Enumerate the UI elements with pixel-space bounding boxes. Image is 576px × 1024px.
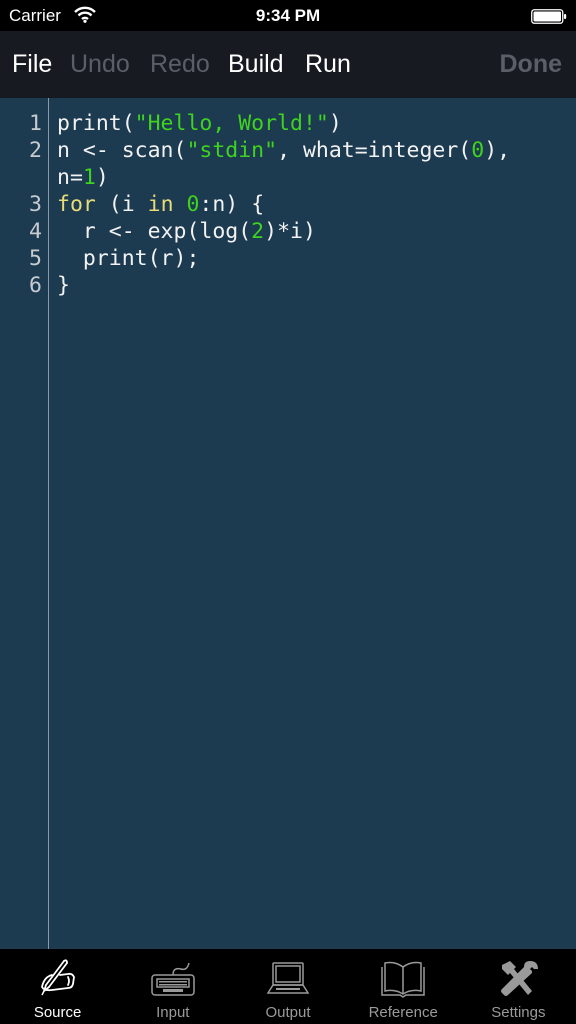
code-line[interactable]: 3 for (i in 0:n) {	[0, 191, 576, 218]
code-line[interactable]: 1 print("Hello, World!")	[0, 110, 576, 137]
line-source[interactable]: r <- exp(log(2)*i)	[57, 218, 316, 245]
number-token: 2	[251, 219, 265, 244]
code-token: )	[95, 165, 109, 190]
code-token: :n) {	[199, 192, 265, 217]
code-editor[interactable]: 1 print("Hello, World!") 2 n <- scan("stdin…	[0, 98, 576, 949]
undo-button[interactable]: Undo	[70, 49, 130, 79]
line-number: 5	[29, 246, 42, 271]
line-source[interactable]: for (i in 0:n) {	[57, 191, 264, 218]
redo-button[interactable]: Redo	[150, 49, 210, 79]
tab-input[interactable]: Input	[115, 949, 230, 1024]
line-source[interactable]: n=1)	[57, 164, 109, 191]
line-number: 1	[29, 111, 42, 136]
tab-bar: Source Input Output Reference Settings	[0, 949, 576, 1024]
tab-source[interactable]: Source	[0, 949, 115, 1024]
laptop-icon	[266, 962, 310, 994]
tab-settings[interactable]: Settings	[461, 949, 576, 1024]
string-token: "stdin"	[186, 138, 278, 163]
code-token: )*i)	[264, 219, 316, 244]
book-icon	[381, 961, 425, 998]
code-token: n <- scan(	[57, 138, 187, 163]
tab-label: Reference	[368, 1004, 438, 1021]
tab-label: Input	[156, 1004, 190, 1021]
code-token: , what=integer(	[277, 138, 472, 163]
build-button[interactable]: Build	[228, 49, 284, 79]
line-source[interactable]: print("Hello, World!")	[57, 110, 342, 137]
line-number: 3	[29, 192, 42, 217]
battery-icon	[531, 9, 567, 24]
code-token: (i	[95, 192, 148, 217]
number-token: 0	[471, 138, 485, 163]
editor-toolbar: File Undo Redo Build Run Done	[0, 31, 576, 98]
code-line[interactable]: 5 print(r);	[0, 245, 576, 272]
line-source[interactable]: }	[57, 272, 70, 299]
code-line[interactable]: 6}	[0, 272, 576, 299]
code-area[interactable]: 1 print("Hello, World!") 2 n <- scan("stdin…	[0, 110, 576, 299]
code-token: )	[328, 111, 342, 136]
number-token: 1	[82, 165, 96, 190]
code-token: r <- exp(log(	[57, 219, 252, 244]
tab-output[interactable]: Output	[230, 949, 345, 1024]
number-token: 0	[186, 192, 200, 217]
status-bar: Carrier 9:34 PM	[0, 0, 576, 31]
hand-writing-icon	[40, 959, 75, 996]
tools-icon	[501, 961, 539, 996]
code-line[interactable]: 4 r <- exp(log(2)*i)	[0, 218, 576, 245]
keyword-token: for	[57, 192, 96, 217]
clock: 9:34 PM	[255, 6, 321, 25]
tab-reference[interactable]: Reference	[346, 949, 461, 1024]
code-token: n=	[57, 165, 83, 190]
code-token: }	[57, 273, 70, 298]
line-source[interactable]: print(r);	[57, 245, 200, 272]
code-token: print(r);	[57, 246, 200, 271]
tab-label: Source	[33, 1004, 82, 1021]
line-number: 2	[29, 138, 42, 163]
tab-label: Settings	[491, 1004, 546, 1021]
line-number: 6	[29, 273, 42, 298]
code-token: print(	[57, 111, 135, 136]
string-token: "Hello, World!"	[134, 111, 329, 136]
tab-label: Output	[265, 1004, 311, 1021]
keyword-token: in	[147, 192, 174, 217]
code-line[interactable]: n=1)	[0, 164, 576, 191]
done-button[interactable]: Done	[500, 49, 563, 79]
line-source[interactable]: n <- scan("stdin", what=integer(0),	[57, 137, 510, 164]
run-button[interactable]: Run	[305, 49, 351, 79]
file-button[interactable]: File	[12, 49, 52, 79]
code-token: ),	[484, 138, 511, 163]
code-line[interactable]: 2 n <- scan("stdin", what=integer(0),	[0, 137, 576, 164]
line-number: 4	[29, 219, 42, 244]
keyboard-icon	[151, 962, 195, 996]
